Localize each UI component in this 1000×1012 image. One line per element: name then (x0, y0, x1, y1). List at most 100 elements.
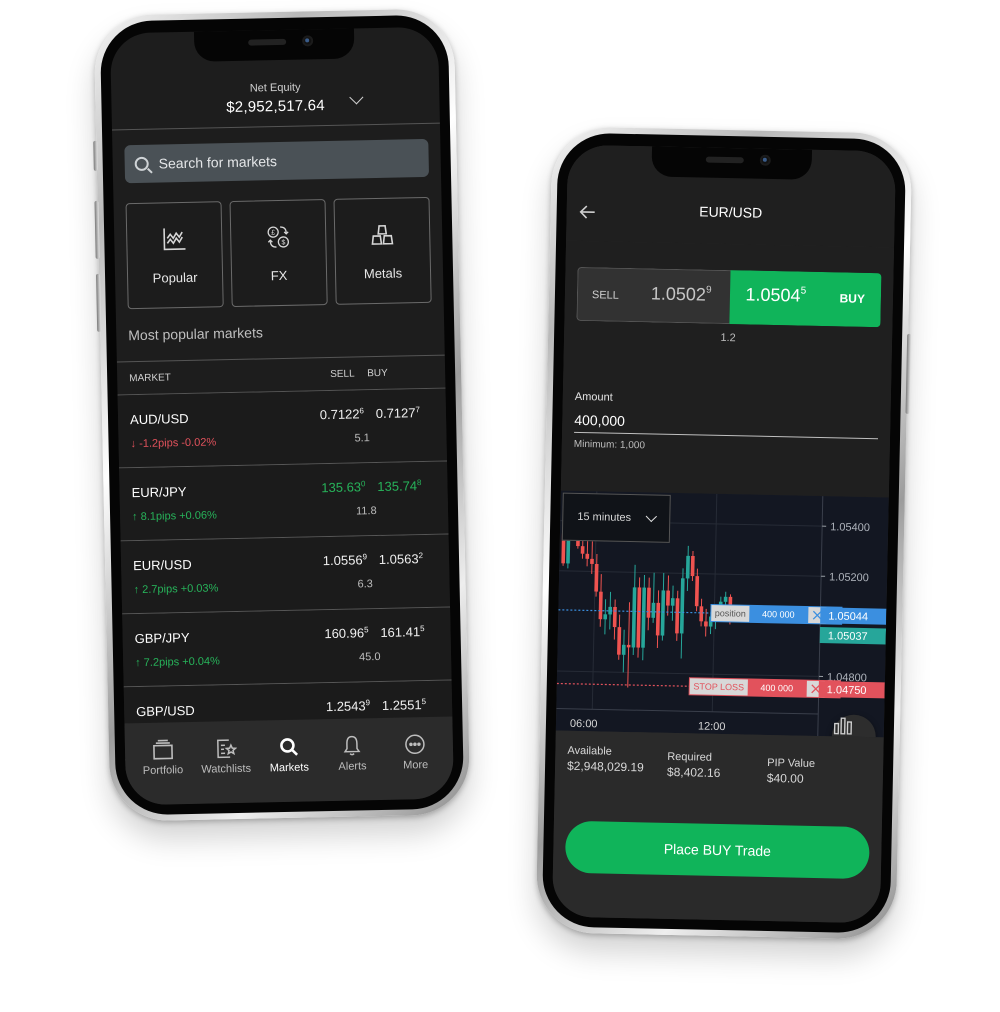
phone-markets: Net Equity $2,952,517.64 Search for mark… (93, 8, 471, 822)
candle (651, 602, 656, 618)
market-row[interactable]: AUD/USD ↓ -1.2pips -0.02% 0.71226 0.71277 5.… (117, 388, 448, 469)
buy-price[interactable]: 1.05632 (379, 551, 424, 567)
buy-button[interactable]: 1.05045 BUY (728, 270, 882, 328)
power-button (905, 333, 912, 414)
tab-label: More (403, 759, 429, 772)
candle (585, 553, 590, 559)
candle (621, 644, 626, 655)
market-name: EUR/USD (132, 556, 192, 574)
sell-price: 1.05029 (650, 283, 712, 305)
market-name: AUD/USD (129, 410, 189, 428)
tab-label: Portfolio (142, 764, 184, 777)
tab-markets[interactable]: Markets (259, 735, 320, 802)
amount-minimum-hint: Minimum: 1,000 (573, 438, 646, 452)
grid-line (557, 670, 820, 677)
price-change: ↑ 7.2pips +0.04% (135, 655, 220, 670)
tab-portfolio[interactable]: Portfolio (132, 738, 193, 805)
price-selector: SELL 1.05029 1.05045 BUY (576, 266, 882, 328)
tile-metals[interactable]: Metals (333, 196, 432, 305)
price-change: ↓ -1.2pips -0.02% (130, 436, 217, 451)
watchlist-icon (216, 739, 237, 759)
stop-loss-price-label: 1.04750 (827, 684, 867, 697)
candle-wick (586, 538, 589, 567)
divider (111, 122, 440, 131)
notch (193, 28, 355, 62)
sell-price[interactable]: 160.965 (324, 625, 369, 641)
arrow-up-icon: ↑ (131, 511, 138, 524)
buy-price[interactable]: 135.748 (377, 478, 422, 494)
timeframe-select[interactable]: 15 minutes (561, 492, 671, 543)
price-change: ↑ 8.1pips +0.06% (131, 509, 217, 524)
stop-loss-tag-label: STOP LOSS (693, 681, 744, 692)
candle (580, 546, 585, 554)
page-title: EUR/USD (699, 203, 763, 221)
buy-price: 1.05045 (745, 284, 807, 306)
market-name: EUR/JPY (131, 484, 187, 501)
candle (594, 563, 599, 592)
spread: 11.8 (355, 505, 377, 518)
candle (704, 621, 708, 627)
market-name: GBP/USD (136, 702, 195, 720)
candle (666, 590, 670, 606)
more-icon (405, 734, 426, 755)
candle (598, 591, 603, 620)
stat-available: Available $2,948,029.19 (566, 744, 644, 775)
bar-chart-icon (833, 717, 853, 735)
camera-icon (302, 35, 314, 47)
amount-label: Amount (574, 390, 613, 404)
volume-up-button (94, 200, 100, 259)
candle-wick (591, 541, 593, 574)
sell-label: SELL (591, 289, 619, 302)
candle (636, 587, 642, 648)
trade-screen: EUR/USD SELL 1.05029 1.05045 BUY 1.2 Amo… (551, 144, 897, 924)
tile-label: Popular (152, 269, 198, 286)
buy-price[interactable]: 1.25515 (382, 697, 427, 713)
place-trade-button[interactable]: Place BUY Trade (564, 820, 870, 880)
column-market: MARKET (129, 372, 171, 385)
buy-price[interactable]: 0.71277 (376, 405, 421, 421)
market-name: GBP/JPY (134, 629, 190, 647)
stop-loss-tag-size: 400 000 (760, 683, 793, 694)
search-input[interactable]: Search for markets (124, 138, 430, 184)
tab-more[interactable]: More (385, 733, 446, 800)
price-chart[interactable]: 15 minutes 1.05400 1.05200 1.04800 06:00 12:… (555, 490, 889, 738)
volume-down-button (96, 273, 102, 332)
portfolio-icon (152, 739, 173, 760)
current-price-label: 1.05037 (828, 630, 868, 643)
net-equity-header[interactable]: Net Equity $2,952,517.64 (111, 79, 440, 119)
market-row[interactable]: EUR/USD ↑ 2.7pips +0.03% 1.05569 1.05632 6.3 (120, 534, 451, 615)
tile-fx[interactable]: £ $ FX (229, 199, 328, 308)
arrow-down-icon: ↓ (130, 438, 137, 451)
position-tag-label: position (715, 608, 746, 619)
spread: 45.0 (358, 650, 381, 664)
spread: 5.1 (354, 432, 370, 445)
sell-price[interactable]: 1.25439 (326, 698, 371, 714)
tile-label: FX (270, 267, 288, 283)
chart-line-icon (163, 227, 186, 250)
candle (723, 596, 728, 602)
candle (660, 590, 666, 636)
x-axis (556, 708, 819, 715)
sell-price[interactable]: 0.71226 (320, 406, 365, 422)
buy-price[interactable]: 161.415 (380, 624, 425, 640)
market-row[interactable]: GBP/JPY ↑ 7.2pips +0.04% 160.965 161.415 45.… (122, 607, 452, 688)
grid-line (559, 570, 822, 577)
arrow-up-icon: ↑ (135, 657, 141, 670)
candle (699, 606, 704, 622)
tile-popular[interactable]: Popular (125, 201, 224, 310)
net-equity-value: $2,952,517.64 (226, 97, 325, 117)
tab-watchlists[interactable]: Watchlists (196, 737, 257, 804)
gold-bars-icon (371, 224, 394, 245)
sell-price[interactable]: 135.630 (321, 479, 366, 495)
sell-button[interactable]: SELL 1.05029 (576, 266, 731, 325)
market-row[interactable]: EUR/JPY ↑ 8.1pips +0.06% 135.630 135.748 11.… (119, 461, 449, 542)
arrow-up-icon: ↑ (133, 584, 140, 597)
tab-alerts[interactable]: Alerts (322, 734, 383, 801)
markets-screen: Net Equity $2,952,517.64 Search for mark… (109, 26, 455, 806)
svg-text:$: $ (281, 239, 285, 246)
amount-field[interactable] (574, 406, 879, 440)
bell-icon (343, 735, 361, 756)
tile-label: Metals (363, 264, 403, 281)
trade-form: SELL 1.05029 1.05045 BUY 1.2 Amount Mini… (560, 240, 895, 498)
sell-price[interactable]: 1.05569 (323, 552, 368, 568)
